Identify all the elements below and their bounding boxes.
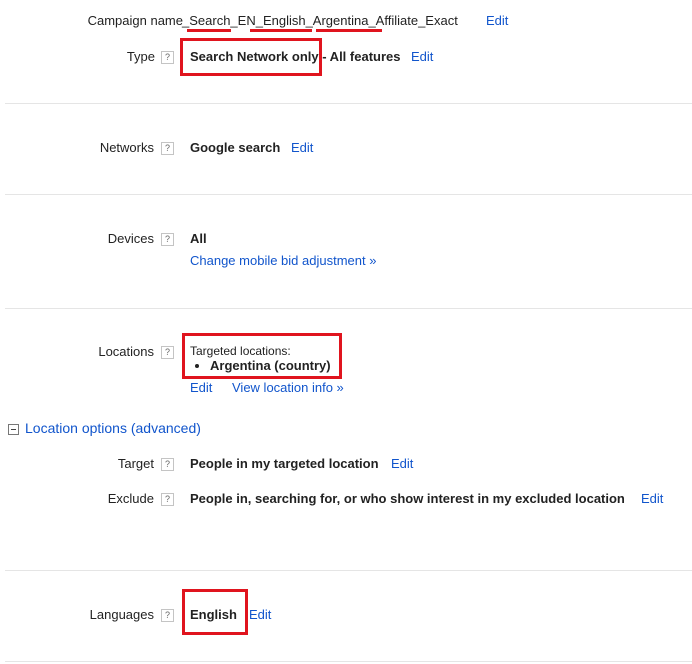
exclude-help-icon[interactable]: ? — [161, 493, 174, 506]
highlight-underline-search — [187, 29, 231, 32]
exclude-label: Exclude — [107, 491, 154, 506]
locations-help-icon[interactable]: ? — [161, 346, 174, 359]
location-options-toggle[interactable]: Location options (advanced) — [25, 420, 201, 436]
languages-label: Languages — [89, 607, 154, 622]
campaign-name-value: _Search_EN_English_Argentina_Affiliate_E… — [182, 13, 458, 28]
type-edit-link[interactable]: Edit — [411, 49, 433, 64]
devices-help-icon[interactable]: ? — [161, 233, 174, 246]
languages-help-icon[interactable]: ? — [161, 609, 174, 622]
exclude-value: People in, searching for, or who show in… — [190, 491, 625, 506]
devices-value: All — [190, 231, 207, 246]
networks-edit-link[interactable]: Edit — [291, 140, 313, 155]
target-help-icon[interactable]: ? — [161, 458, 174, 471]
highlight-underline-english — [250, 29, 312, 32]
highlight-box-type — [180, 38, 322, 76]
exclude-edit-link[interactable]: Edit — [641, 491, 663, 506]
target-edit-link[interactable]: Edit — [391, 456, 413, 471]
highlight-underline-argentina — [316, 29, 382, 32]
view-location-info-link[interactable]: View location info » — [232, 380, 344, 395]
separator — [5, 308, 692, 309]
highlight-box-languages — [182, 589, 248, 635]
networks-value: Google search — [190, 140, 281, 155]
separator — [5, 103, 692, 104]
separator — [5, 570, 692, 571]
campaign-name-edit-link[interactable]: Edit — [486, 13, 508, 28]
languages-edit-link[interactable]: Edit — [249, 607, 271, 622]
separator — [5, 194, 692, 195]
type-label: Type — [126, 49, 155, 64]
type-help-icon[interactable]: ? — [161, 51, 174, 64]
separator — [5, 661, 692, 662]
target-value: People in my targeted location — [190, 456, 379, 471]
highlight-box-locations — [182, 333, 342, 379]
change-mobile-bid-link[interactable]: Change mobile bid adjustment » — [190, 253, 376, 268]
devices-label: Devices — [107, 231, 154, 246]
collapse-icon[interactable] — [8, 424, 19, 435]
locations-label: Locations — [98, 344, 154, 359]
networks-label: Networks — [99, 140, 154, 155]
target-label: Target — [117, 456, 154, 471]
locations-edit-link[interactable]: Edit — [190, 380, 212, 395]
campaign-name-label: Campaign name — [87, 13, 183, 28]
type-value-rest: - All features — [318, 49, 401, 64]
networks-help-icon[interactable]: ? — [161, 142, 174, 155]
